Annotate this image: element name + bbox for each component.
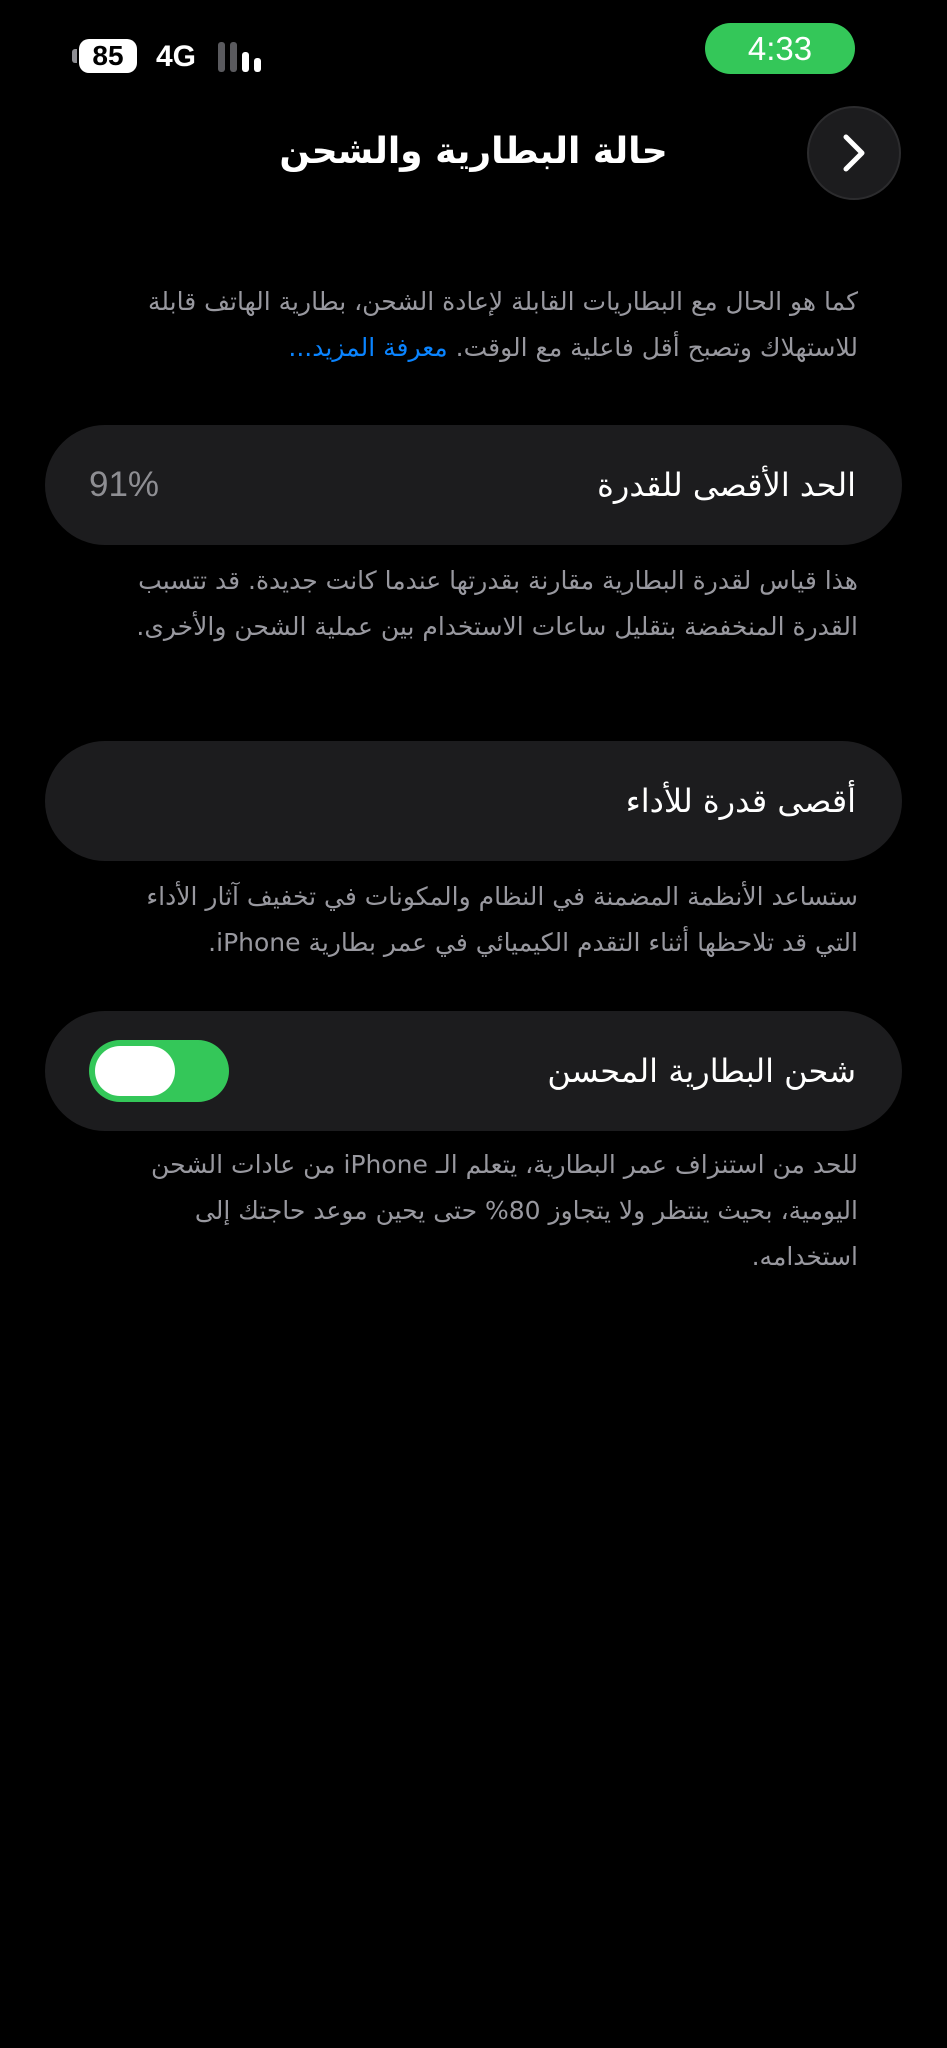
signal-strength-icon bbox=[218, 40, 261, 72]
battery-nub bbox=[72, 49, 77, 63]
max-capacity-label: الحد الأقصى للقدرة bbox=[597, 466, 856, 504]
max-capacity-description: هذا قياس لقدرة البطارية مقارنة بقدرتها ع… bbox=[136, 566, 858, 641]
max-capacity-card: الحد الأقصى للقدرة 91% bbox=[45, 425, 902, 545]
peak-performance-description: ستساعد الأنظمة المضمنة في النظام والمكون… bbox=[146, 882, 858, 957]
back-button[interactable] bbox=[807, 106, 901, 200]
status-bar: 85 4G 4:33 bbox=[0, 0, 947, 110]
learn-more-link[interactable]: معرفة المزيد... bbox=[288, 333, 447, 362]
toggle-knob bbox=[95, 1046, 175, 1096]
clock[interactable]: 4:33 bbox=[705, 23, 855, 74]
battery-level: 85 bbox=[79, 39, 137, 73]
optimized-charging-card: شحن البطارية المحسن bbox=[45, 1011, 902, 1131]
battery-indicator: 85 bbox=[72, 38, 137, 74]
network-type: 4G bbox=[156, 40, 197, 73]
intro-text: كما هو الحال مع البطاريات القابلة لإعادة… bbox=[96, 279, 858, 371]
chevron-right-icon bbox=[843, 134, 865, 172]
optimized-charging-toggle[interactable] bbox=[89, 1040, 229, 1102]
optimized-charging-description: للحد من استنزاف عمر البطارية، يتعلم الـ … bbox=[151, 1150, 858, 1271]
optimized-charging-label: شحن البطارية المحسن bbox=[547, 1052, 856, 1090]
peak-performance-label: أقصى قدرة للأداء bbox=[625, 782, 856, 820]
max-capacity-value: 91% bbox=[89, 465, 160, 504]
intro-body: كما هو الحال مع البطاريات القابلة لإعادة… bbox=[148, 287, 858, 362]
page-title: حالة البطارية والشحن bbox=[279, 131, 668, 172]
peak-performance-card: أقصى قدرة للأداء bbox=[45, 741, 902, 861]
